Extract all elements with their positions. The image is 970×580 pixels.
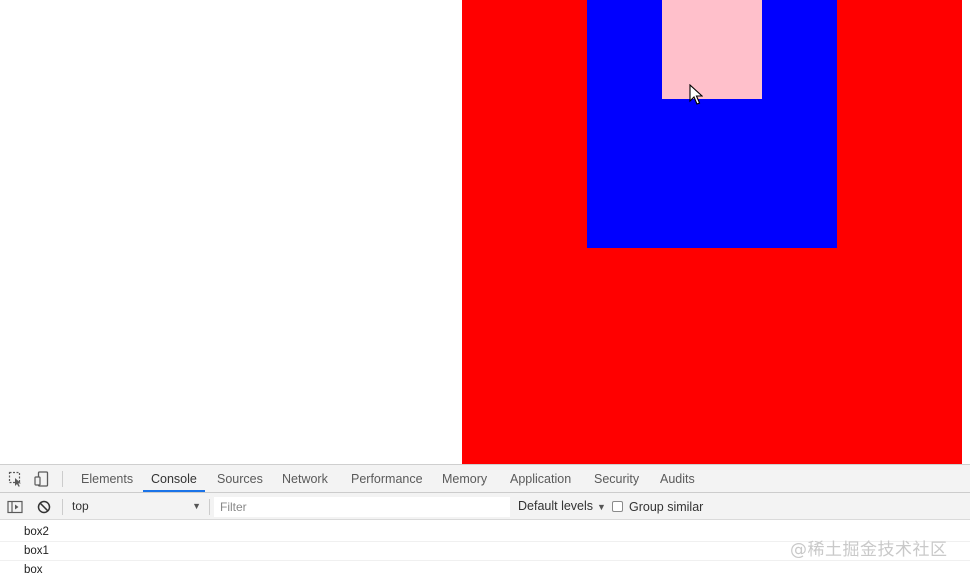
dropdown-arrow-icon: ▼ <box>597 502 606 512</box>
filter-input[interactable] <box>214 497 510 517</box>
group-similar-label: Group similar <box>629 499 704 514</box>
context-select[interactable]: top ▼ <box>67 497 205 516</box>
show-sidebar-icon[interactable] <box>6 498 24 516</box>
devtools-tabbar: Elements Console Sources Network Perform… <box>0 465 970 493</box>
tab-network[interactable]: Network <box>274 465 336 492</box>
group-similar-checkbox[interactable] <box>612 501 623 512</box>
tab-security[interactable]: Security <box>586 465 647 492</box>
console-toolbar: top ▼ Default levels▼ Group similar <box>0 493 970 520</box>
tab-console[interactable]: Console <box>143 465 205 492</box>
tab-performance[interactable]: Performance <box>343 465 431 492</box>
tab-application[interactable]: Application <box>502 465 579 492</box>
context-value: top <box>72 499 89 513</box>
toolbar-divider <box>62 499 63 515</box>
group-similar-toggle[interactable]: Group similar <box>612 497 703 516</box>
tab-elements[interactable]: Elements <box>73 465 141 492</box>
clear-console-icon[interactable] <box>35 498 53 516</box>
box-red[interactable] <box>462 0 962 464</box>
console-message: box <box>24 564 43 576</box>
toolbar-divider <box>209 499 210 515</box>
log-levels-label: Default levels <box>518 499 594 513</box>
log-levels-dropdown[interactable]: Default levels ▼ <box>518 497 606 516</box>
mouse-cursor-icon <box>689 84 703 105</box>
dropdown-arrow-icon: ▼ <box>192 501 201 511</box>
watermark: @稀土掘金技术社区 <box>790 540 948 560</box>
box2-pink[interactable] <box>662 0 762 99</box>
tab-sources[interactable]: Sources <box>209 465 271 492</box>
tab-audits[interactable]: Audits <box>652 465 703 492</box>
toolbar-divider <box>62 471 63 487</box>
device-toolbar-icon[interactable] <box>33 470 51 488</box>
tab-memory[interactable]: Memory <box>434 465 495 492</box>
inspect-element-icon[interactable] <box>7 470 25 488</box>
page-viewport <box>0 0 970 464</box>
box1-blue[interactable] <box>587 0 837 248</box>
